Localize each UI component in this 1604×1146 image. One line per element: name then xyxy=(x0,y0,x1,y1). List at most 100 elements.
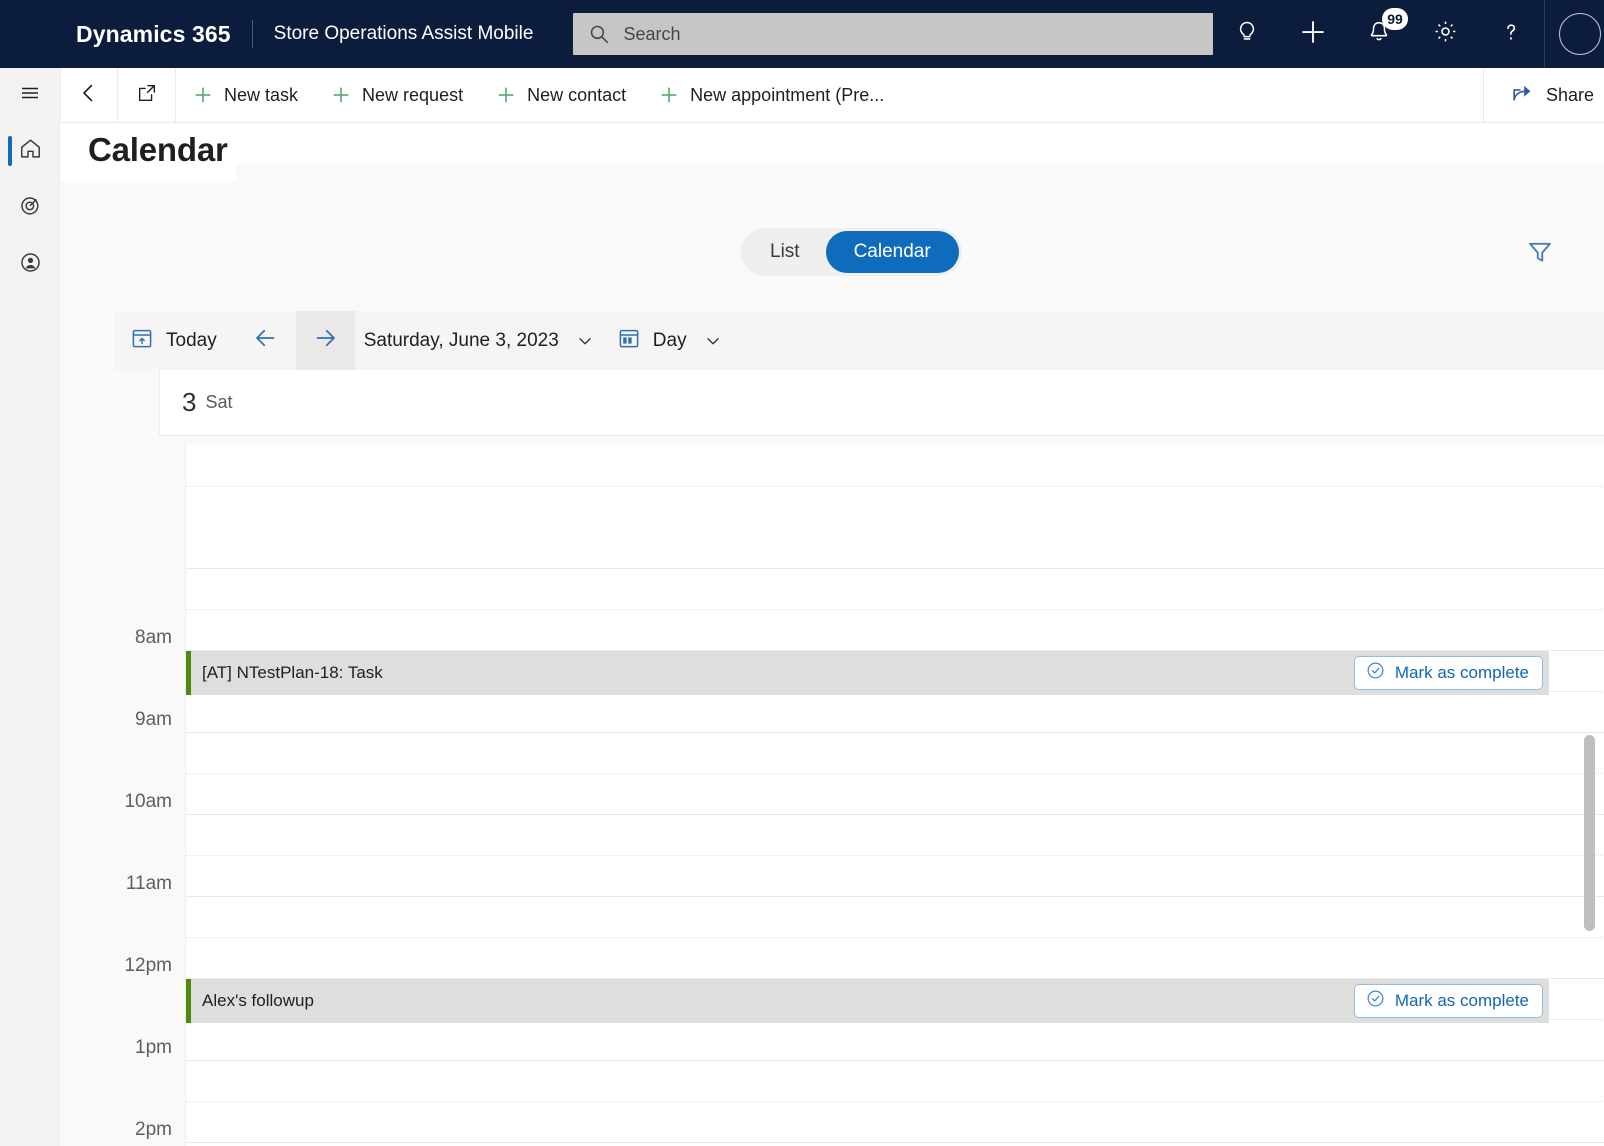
hour-label: 12pm xyxy=(124,955,172,976)
page-content: Calendar List Calendar Today Saturday, J… xyxy=(61,123,1604,1146)
top-navigation-bar: Dynamics 365 Store Operations Assist Mob… xyxy=(0,0,1604,68)
account-button[interactable] xyxy=(1544,0,1604,68)
tab-calendar[interactable]: Calendar xyxy=(825,231,959,273)
today-label: Today xyxy=(166,329,217,351)
popout-button[interactable] xyxy=(118,67,176,123)
search-placeholder: Search xyxy=(623,23,681,44)
view-toggle-row: List Calendar xyxy=(61,225,1604,281)
gridline-hour xyxy=(186,896,1604,897)
back-button[interactable] xyxy=(60,67,118,123)
calendar-event[interactable]: Alex's followup Mark as complete xyxy=(186,979,1549,1023)
next-period-button[interactable] xyxy=(295,311,355,370)
command-bar: New task New request New contact New app… xyxy=(0,67,1604,123)
new-task-label: New task xyxy=(224,84,299,105)
gridline-hour xyxy=(186,568,1604,569)
plus-icon xyxy=(495,84,517,106)
gridline-hour xyxy=(186,1060,1604,1061)
event-title: [AT] NTestPlan-18: Task xyxy=(202,663,383,682)
tab-list[interactable]: List xyxy=(744,231,826,273)
share-label: Share xyxy=(1545,84,1594,105)
gridline-half xyxy=(186,609,1604,610)
settings-button[interactable] xyxy=(1412,0,1478,68)
mark-as-complete-button[interactable]: Mark as complete xyxy=(1353,656,1543,690)
chevron-down-icon xyxy=(702,330,724,352)
site-menu-button[interactable] xyxy=(0,67,60,123)
day-name: Sat xyxy=(205,392,233,412)
hour-label: 8am xyxy=(135,627,172,648)
date-picker-button[interactable]: Saturday, June 3, 2023 xyxy=(355,311,606,370)
sidebar-item-recent[interactable] xyxy=(0,184,60,232)
vertical-scrollbar[interactable] xyxy=(1584,445,1596,1146)
plus-icon xyxy=(658,84,680,106)
hamburger-icon xyxy=(18,81,42,110)
back-arrow-icon xyxy=(76,80,102,111)
scrollbar-thumb[interactable] xyxy=(1584,735,1595,931)
plus-icon xyxy=(192,84,214,106)
arrow-left-icon xyxy=(252,324,280,357)
sidebar-item-pinned[interactable] xyxy=(0,241,60,289)
new-contact-label: New contact xyxy=(527,84,627,105)
gear-icon xyxy=(1432,18,1459,50)
new-task-button[interactable]: New task xyxy=(176,68,314,123)
share-icon xyxy=(1510,80,1535,110)
title-strip xyxy=(236,123,1604,163)
gridline-hour xyxy=(186,814,1604,815)
hour-label: 10am xyxy=(124,791,172,812)
page-title: Calendar xyxy=(88,131,228,168)
calendar-navigation-toolbar: Today Saturday, June 3, 2023 Day xyxy=(114,311,1604,370)
calendar-today-icon xyxy=(130,326,154,355)
day-canvas[interactable]: [AT] NTestPlan-18: Task Mark as complete… xyxy=(185,445,1604,1146)
left-navigation-rail xyxy=(0,123,60,1146)
lightbulb-icon xyxy=(1234,19,1260,50)
gridline-half xyxy=(186,1101,1604,1102)
add-button[interactable] xyxy=(1280,0,1346,68)
question-icon xyxy=(1498,19,1524,50)
gridline-half xyxy=(186,855,1604,856)
plus-icon xyxy=(1298,17,1328,52)
topbar-actions: 99 xyxy=(1214,0,1604,68)
view-toggle: List Calendar xyxy=(741,228,962,276)
hour-label: 1pm xyxy=(135,1037,172,1058)
calendar-event[interactable]: [AT] NTestPlan-18: Task Mark as complete xyxy=(186,651,1549,695)
current-date-label: Saturday, June 3, 2023 xyxy=(363,329,559,351)
brand-logo[interactable]: Dynamics 365 xyxy=(76,21,231,48)
help-button[interactable] xyxy=(1478,0,1544,68)
hour-label: 11am xyxy=(125,873,172,894)
notification-badge: 99 xyxy=(1382,8,1408,30)
target-icon xyxy=(18,193,43,223)
today-button[interactable]: Today xyxy=(114,311,237,370)
day-column-header[interactable]: 3 Sat xyxy=(159,370,1604,436)
previous-period-button[interactable] xyxy=(237,311,296,370)
popout-icon xyxy=(136,82,158,109)
notifications-button[interactable]: 99 xyxy=(1346,0,1412,68)
plus-icon xyxy=(330,84,352,106)
mark-as-complete-button[interactable]: Mark as complete xyxy=(1353,984,1543,1018)
mark-as-complete-label: Mark as complete xyxy=(1394,663,1529,682)
gridline-hour xyxy=(186,1142,1604,1143)
view-mode-button[interactable]: Day xyxy=(606,311,724,370)
new-contact-button[interactable]: New contact xyxy=(479,68,642,123)
check-circle-icon xyxy=(1365,988,1386,1014)
share-button[interactable]: Share xyxy=(1482,67,1604,123)
event-title: Alex's followup xyxy=(202,991,314,1010)
lightbulb-button[interactable] xyxy=(1214,0,1280,68)
brand-divider xyxy=(251,20,253,48)
filter-funnel-icon xyxy=(1525,237,1555,272)
new-request-label: New request xyxy=(362,84,464,105)
search-box[interactable]: Search xyxy=(573,13,1214,55)
search-icon xyxy=(589,24,610,45)
mark-as-complete-label: Mark as complete xyxy=(1394,991,1529,1010)
app-name: Store Operations Assist Mobile xyxy=(273,23,534,44)
gridline-half xyxy=(186,486,1604,487)
view-mode-label: Day xyxy=(652,329,687,351)
calendar-grid: 8am 9am 10am 11am 12pm 1pm 2pm 3pm xyxy=(114,445,1604,1146)
sidebar-item-home[interactable] xyxy=(0,127,60,175)
calendar-day-icon xyxy=(617,326,641,355)
chevron-down-icon xyxy=(574,330,596,352)
new-request-button[interactable]: New request xyxy=(314,68,479,123)
filter-button[interactable] xyxy=(1521,235,1559,273)
home-icon xyxy=(18,136,43,166)
hour-label: 9am xyxy=(135,709,172,730)
person-circle-icon xyxy=(18,250,43,280)
new-appointment-button[interactable]: New appointment (Pre... xyxy=(642,68,900,123)
